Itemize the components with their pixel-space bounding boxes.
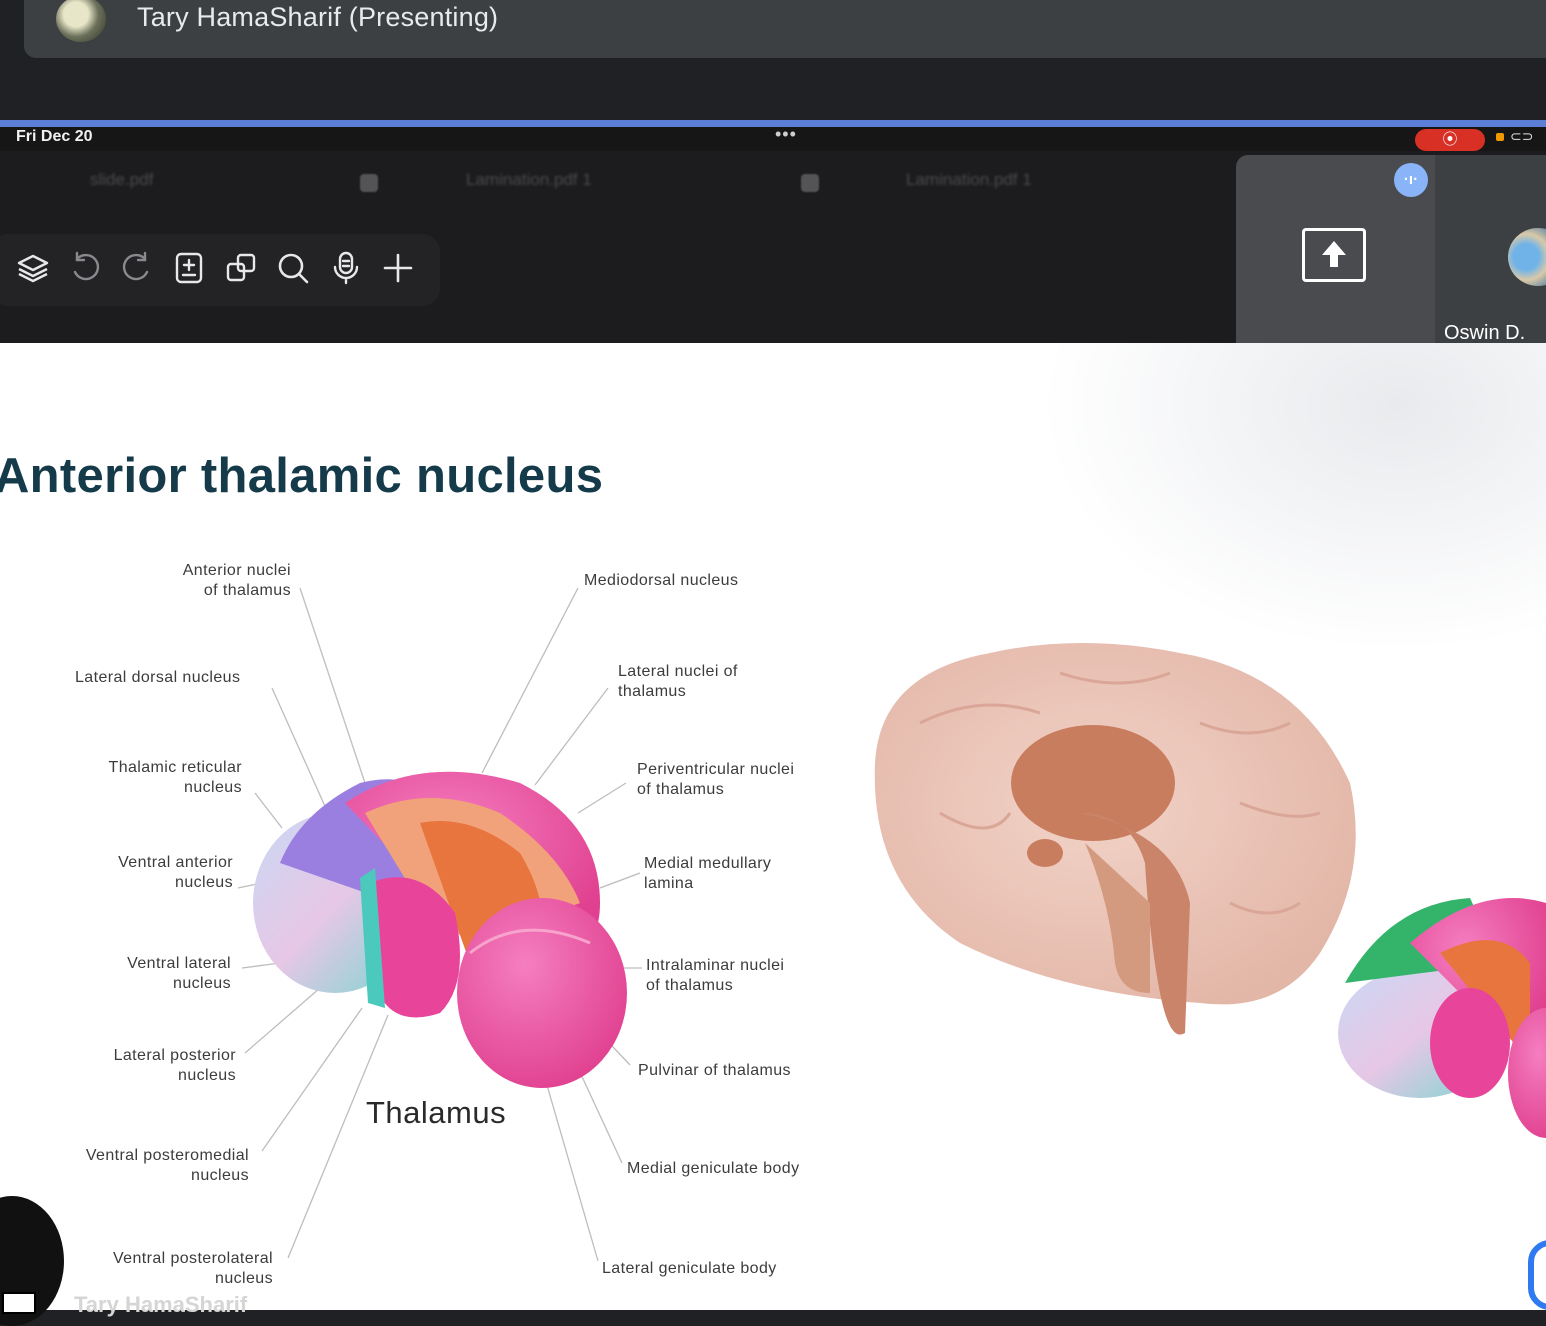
floating-action-button[interactable]: [1528, 1240, 1546, 1310]
label-lateral-geniculate-body: Lateral geniculate body: [602, 1260, 777, 1277]
label-lateral-nuclei: Lateral nuclei of thalamus: [618, 663, 738, 700]
label-medial-geniculate-body: Medial geniculate body: [627, 1160, 800, 1177]
link-icon: ⊂⊃: [1510, 128, 1534, 144]
label-ventral-posterolateral-nucleus: Ventral posterolateral nucleus: [112, 1250, 273, 1287]
search-icon[interactable]: [275, 250, 311, 286]
label-intralaminar-nuclei: Intralaminar nuclei of thalamus: [646, 957, 785, 994]
layers-icon[interactable]: [15, 250, 51, 286]
label-anterior-nuclei: Anterior nuclei of thalamus: [182, 562, 291, 599]
label-lateral-posterior-nucleus: Lateral posterior nucleus: [113, 1047, 236, 1084]
label-lateral-dorsal-nucleus: Lateral dorsal nucleus: [75, 669, 241, 686]
brain-illustration: [874, 643, 1356, 1035]
thalamus-illustration: [253, 771, 627, 1088]
multitasking-menu-icon[interactable]: •••: [775, 124, 797, 145]
microphone-icon[interactable]: [328, 250, 364, 286]
undo-icon[interactable]: [67, 250, 103, 286]
participant-name: Oswin D.: [1444, 322, 1526, 344]
tab-document-2[interactable]: Lamination.pdf 1: [466, 170, 592, 190]
ipad-status-line: [0, 120, 1546, 127]
present-screen-icon: [1302, 228, 1366, 282]
document-icon[interactable]: [171, 250, 207, 286]
copy-icon[interactable]: [223, 250, 259, 286]
screen-record-indicator-icon[interactable]: ⦿: [1415, 129, 1485, 151]
annotation-toolbar: [0, 234, 440, 306]
tab-document-1[interactable]: slide.pdf: [90, 170, 153, 190]
add-icon[interactable]: [380, 250, 416, 286]
redo-icon[interactable]: [119, 250, 155, 286]
tab-close-icon[interactable]: [801, 174, 819, 192]
status-date: Fri Dec 20: [16, 128, 93, 145]
expand-icon[interactable]: [2, 1292, 36, 1314]
label-ventral-anterior-nucleus: Ventral anterior nucleus: [118, 854, 233, 891]
label-periventricular-nuclei: Periventricular nuclei of thalamus: [637, 761, 795, 798]
presenter-name: Tary HamaSharif (Presenting): [137, 2, 499, 32]
label-ventral-posteromedial-nucleus: Ventral posteromedial nucleus: [85, 1147, 249, 1184]
tab-document-3[interactable]: Lamination.pdf 1: [906, 170, 1032, 190]
label-medial-medullary-lamina: Medial medullary lamina: [644, 855, 772, 892]
self-view-name: Tary HamaSharif: [74, 1292, 248, 1317]
thalamus-caption: Thalamus: [366, 1095, 507, 1130]
label-mediodorsal-nucleus: Mediodorsal nucleus: [584, 572, 739, 589]
label-pulvinar: Pulvinar of thalamus: [638, 1062, 791, 1079]
orange-privacy-icon: [1496, 133, 1504, 141]
status-icons: ⊂⊃: [1496, 128, 1533, 145]
audio-level-icon: ·ı·: [1394, 163, 1428, 197]
label-thalamic-reticular-nucleus: Thalamic reticular nucleus: [108, 759, 242, 796]
thalamus-illustration-partial: [1338, 898, 1546, 1138]
tab-close-icon[interactable]: [360, 174, 378, 192]
label-ventral-lateral-nucleus: Ventral lateral nucleus: [127, 955, 231, 992]
ipad-status-bar: [0, 127, 1546, 151]
